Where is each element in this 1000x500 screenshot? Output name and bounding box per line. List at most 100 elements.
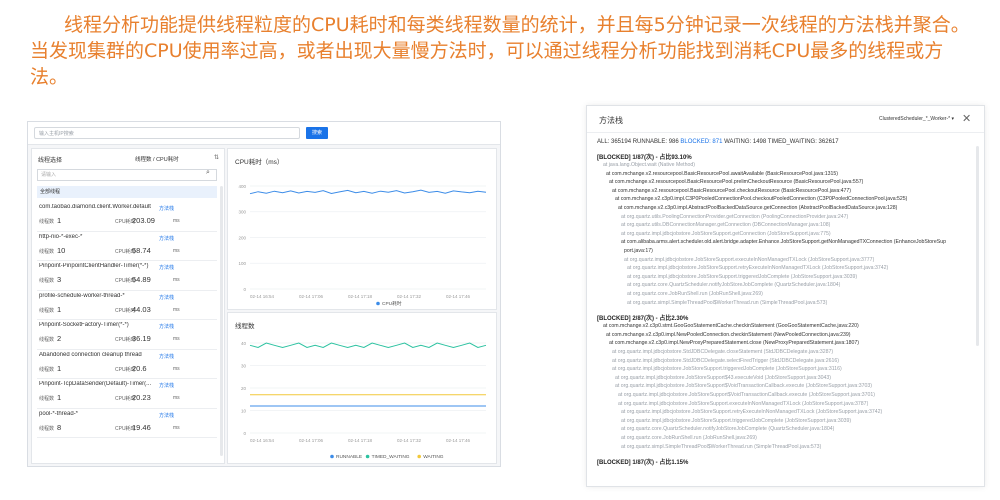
stats-all: ALL: 365194 RUNNABLE: 986 xyxy=(597,139,679,145)
thread-list-item[interactable]: Pinpoint-SocketFactory-Timer(*-*) 方法栈 线程数 2… xyxy=(37,320,217,350)
stack-frame: at com.mchange.v2.c3p0.impl.AbstractPool… xyxy=(618,205,898,211)
thread-name: Pinpoint-SocketFactory-Timer(*-*) xyxy=(39,322,129,328)
thread-list-item[interactable]: profile-schedule-worker-thread-* 方法栈 线程数 1 C… xyxy=(37,291,217,320)
stack-frame: at org.quartz.simpl.SimpleThreadPool$Wor… xyxy=(621,443,822,450)
stack-frame: at org.quartz.impl.jdbcjobstore.JobStore… xyxy=(615,374,831,381)
cpu-time-value: 54.89 xyxy=(132,275,151,284)
dialog-scrollbar[interactable] xyxy=(976,146,979,346)
y-tick-label: 0 xyxy=(243,287,246,292)
thread-count-value: 10 xyxy=(57,245,66,255)
thread-count-value: 2 xyxy=(57,334,62,343)
sort-icon[interactable]: ⇅ xyxy=(214,154,219,161)
stack-frame: at com.mchange.v2.resourcepool.BasicReso… xyxy=(609,179,864,186)
stack-frame: at org.quartz.impl.jdbcjobstore.JobStore… xyxy=(618,400,869,407)
stack-frame: at org.quartz.core.QuartzScheduler.notif… xyxy=(627,282,841,289)
stack-frame: at org.quartz.core.JobRunShell.run (JobR… xyxy=(621,435,757,441)
x-tick-label: 02-14 17:32 xyxy=(397,294,422,299)
thread-count-value: 1 xyxy=(57,393,62,402)
legend-label[interactable]: TIMED_WAITING xyxy=(372,454,410,460)
thread-count-value: 8 xyxy=(57,422,62,432)
y-tick-label: 0 xyxy=(243,431,246,436)
thread-count-value: 3 xyxy=(57,275,62,284)
y-tick-label: 400 xyxy=(238,184,246,189)
thread-list-item[interactable]: Abandoned connection cleanup thread 方法栈 线程… xyxy=(37,350,217,379)
stack-frame: at org.quartz.impl.jdbcjobstore.StdJDBCD… xyxy=(612,349,834,355)
method-stack-link[interactable]: 方法栈 xyxy=(159,323,174,330)
thread-list-item[interactable]: Pinpoint-PinpointClientHandler-Timer(*-*… xyxy=(37,261,217,291)
thread-list-item[interactable]: Pinpoint-TcpDataSender(Default)-Timer(..… xyxy=(37,379,217,409)
legend-marker xyxy=(417,454,421,459)
y-tick-label: 40 xyxy=(241,341,247,346)
dialog-divider xyxy=(587,132,984,133)
thread-count-chart: 线程数 0 10 20 30 40 02-14 16:54 02-14 17:06 02-14… xyxy=(227,312,497,464)
thread-list-item[interactable]: com.taobao.diamond.client.Worker.default… xyxy=(37,202,217,232)
legend-label[interactable]: WAITING xyxy=(423,454,444,460)
thread-count-value: 1 xyxy=(57,216,62,225)
stats-blocked[interactable]: BLOCKED: 871 xyxy=(680,139,722,145)
stack-frame: at org.quartz.impl.jdbcjobstore.StdJDBCD… xyxy=(612,357,840,364)
thread-name: profile-schedule-worker-thread-* xyxy=(39,292,125,299)
close-icon[interactable]: ✕ xyxy=(962,112,971,125)
legend-marker xyxy=(365,454,370,459)
cpu-time-unit: ms xyxy=(173,336,180,342)
thread-filter-input[interactable]: 请输入 xyxy=(37,169,217,181)
thread-name: http-nio-*-exec-* xyxy=(39,233,83,240)
stack-frame: at com.mchange.v2.resourcepool.BasicReso… xyxy=(612,187,852,194)
stack-frame: at com.mchange.v2.c3p0.impl.C3P0PooledCo… xyxy=(615,196,908,203)
thread-count-chart-plot: 0 10 20 30 40 02-14 16:54 02-14 17:06 02-14 17:… xyxy=(241,341,487,460)
cpu-time-chart: CPU耗时（ms） 0 100 200 300 400 02-14 16:54 02-14 … xyxy=(227,148,497,310)
y-tick-label: 20 xyxy=(241,386,247,391)
cpu-time-value: 20.6 xyxy=(132,363,147,373)
stack-frame: at org.quartz.utils.PoolingConnectionPro… xyxy=(621,213,849,220)
method-stack-link[interactable]: 方法栈 xyxy=(159,382,174,389)
thread-list-item[interactable]: http-nio-*-exec-* 方法栈 线程数 10 CPU耗时 58.74 ms xyxy=(37,232,217,261)
thread-count-label: 线程数 xyxy=(39,248,55,255)
cpu-time-unit: ms xyxy=(173,306,180,313)
thread-selection-title: 线程选择 xyxy=(38,158,63,164)
method-stack-link[interactable]: 方法栈 xyxy=(159,412,174,419)
cpu-time-unit: ms xyxy=(173,247,180,254)
thread-name: Pinpoint-TcpDataSender(Default)-Timer(..… xyxy=(39,381,152,387)
stack-frame: at org.quartz.impl.jdbcjobstore.JobStore… xyxy=(618,392,876,398)
thread-list-scrollbar[interactable] xyxy=(220,186,223,456)
cpu-time-value: 19.46 xyxy=(132,422,151,432)
thread-state-stats: ALL: 365194 RUNNABLE: 986 BLOCKED: 871 W… xyxy=(597,139,839,145)
method-stack-link[interactable]: 方法栈 xyxy=(159,205,174,212)
x-tick-label: 02-14 17:18 xyxy=(348,294,373,299)
intro-paragraph: 线程分析功能提供线程粒度的CPU耗时和每类线程数量的统计，并且每5分钟记录一次线… xyxy=(30,14,970,88)
all-threads-item[interactable]: 全部线程 xyxy=(37,186,217,198)
thread-list-item[interactable]: pool-*-thread-* 方法栈 线程数 8 CPU耗时 19.46 ms xyxy=(37,409,217,438)
thread-count-value: 1 xyxy=(57,363,62,373)
stack-frame: at org.quartz.impl.jdbcjobstore.JobStore… xyxy=(621,417,852,424)
y-tick-label: 10 xyxy=(241,408,247,413)
stack-frame: at org.quartz.impl.jdbcjobstore.JobStore… xyxy=(621,409,883,416)
stack-frame: port.java:17) xyxy=(624,248,653,254)
x-tick-label: 02-14 17:18 xyxy=(348,438,373,443)
method-stack-link[interactable]: 方法栈 xyxy=(159,353,174,360)
thread-count-label: 线程数 xyxy=(39,307,55,314)
method-stack-link[interactable]: 方法栈 xyxy=(159,264,174,271)
cpu-time-value: 36.19 xyxy=(132,334,151,343)
x-tick-label: 02-14 17:46 xyxy=(446,294,471,299)
thread-group-select[interactable]: ClusteredScheduler_*_Worker-* ▾ xyxy=(879,116,954,122)
host-search-bar: 输入主机IP搜索 搜索 xyxy=(28,122,500,145)
sort-toggle[interactable]: 线程数 / CPU耗时 xyxy=(135,155,179,163)
x-tick-label: 02-14 16:54 xyxy=(250,438,275,443)
legend-label[interactable]: RUNNABLE xyxy=(336,454,362,460)
thread-count-label: 线程数 xyxy=(39,278,55,284)
x-tick-label: 02-14 17:06 xyxy=(299,294,324,299)
search-icon[interactable]: ⌕ xyxy=(206,169,210,177)
method-stack-link[interactable]: 方法栈 xyxy=(159,235,174,242)
cpu-time-value: 58.74 xyxy=(132,245,151,255)
stack-frame: at org.quartz.impl.jdbcjobstore.JobStore… xyxy=(624,256,875,263)
cpu-time-unit: ms xyxy=(173,365,180,372)
search-button[interactable]: 搜索 xyxy=(306,127,328,139)
legend-label[interactable]: CPU耗时 xyxy=(382,300,402,307)
method-stack-link[interactable]: 方法栈 xyxy=(159,294,174,301)
stack-frame: at com.alibaba.arms.alert.scheduler.old.… xyxy=(621,239,947,246)
stack-frame: at org.quartz.simpl.SimpleThreadPool$Wor… xyxy=(627,299,828,306)
thread-name: com.taobao.diamond.client.Worker.default xyxy=(39,204,151,210)
cpu-time-value: 44.03 xyxy=(132,304,151,314)
host-ip-search-input[interactable]: 输入主机IP搜索 xyxy=(34,127,300,139)
stack-frame: at com.mchange.v2.resourcepool.BasicReso… xyxy=(606,170,839,177)
